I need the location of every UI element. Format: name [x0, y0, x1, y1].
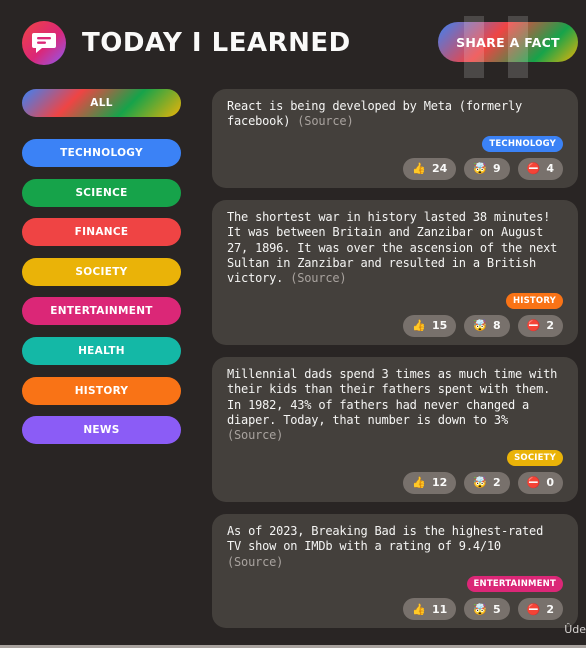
fact-card: The shortest war in history lasted 38 mi… — [212, 199, 578, 345]
category-tag: History — [505, 292, 563, 309]
chat-bubble-icon — [22, 21, 66, 65]
vote-false-button[interactable]: ⛔ 2 — [517, 598, 563, 621]
category-science-button[interactable]: Science — [22, 178, 181, 207]
no-entry-icon: ⛔ — [526, 602, 541, 616]
category-finance-button[interactable]: Finance — [22, 218, 181, 247]
vote-count: 24 — [431, 162, 448, 176]
vote-count: 2 — [546, 602, 554, 616]
vote-buttons: 👍 11 🤯 5 ⛔ 2 — [227, 598, 563, 628]
vote-count: 12 — [431, 476, 448, 490]
vote-mindblown-button[interactable]: 🤯 8 — [464, 314, 510, 337]
fact-text: Millennial dads spend 3 times as much ti… — [227, 367, 563, 444]
fact-card: React is being developed by Meta (former… — [212, 89, 578, 188]
category-health-button[interactable]: Health — [22, 336, 181, 365]
category-entertainment-button[interactable]: Entertainment — [22, 297, 181, 326]
vote-like-button[interactable]: 👍 15 — [403, 314, 457, 337]
thumbs-up-icon: 👍 — [412, 602, 426, 616]
fact-text: React is being developed by Meta (former… — [227, 99, 563, 130]
category-sidebar: All Technology Science Finance Society Enter… — [22, 89, 181, 456]
thumbs-up-icon: 👍 — [412, 319, 426, 333]
vote-count: 9 — [492, 162, 501, 176]
fact-text: As of 2023, Breaking Bad is the highest-… — [227, 524, 563, 570]
vote-count: 2 — [546, 319, 554, 333]
vote-like-button[interactable]: 👍 12 — [403, 471, 457, 494]
mind-blown-icon: 🤯 — [473, 162, 487, 176]
vote-false-button[interactable]: ⛔ 2 — [517, 314, 563, 337]
vote-count: 15 — [431, 319, 448, 333]
tag-row: History — [227, 292, 563, 309]
source-link[interactable]: (Source) — [227, 428, 283, 442]
vote-like-button[interactable]: 👍 11 — [403, 598, 457, 621]
vote-buttons: 👍 24 🤯 9 ⛔ 4 — [227, 157, 563, 188]
mind-blown-icon: 🤯 — [473, 476, 487, 490]
vote-buttons: 👍 15 🤯 8 ⛔ 2 — [227, 314, 563, 345]
vote-mindblown-button[interactable]: 🤯 2 — [464, 471, 510, 494]
tag-row: Society — [227, 449, 563, 466]
facts-list: React is being developed by Meta (former… — [212, 89, 578, 640]
mind-blown-icon: 🤯 — [473, 319, 487, 333]
no-entry-icon: ⛔ — [526, 476, 541, 490]
category-tag: Entertainment — [466, 576, 563, 593]
source-link[interactable]: (Source) — [290, 271, 346, 285]
vote-count: 0 — [546, 476, 554, 490]
vote-count: 8 — [492, 319, 501, 333]
vote-mindblown-button[interactable]: 🤯 5 — [464, 598, 510, 621]
vote-buttons: 👍 12 🤯 2 ⛔ 0 — [227, 471, 563, 502]
fact-body: React is being developed by Meta (former… — [227, 99, 523, 129]
fact-body: Millennial dads spend 3 times as much ti… — [227, 366, 558, 428]
vote-false-button[interactable]: ⛔ 4 — [517, 157, 563, 180]
category-news-button[interactable]: News — [22, 416, 181, 445]
category-all-button[interactable]: All — [22, 89, 181, 117]
vote-count: 2 — [492, 476, 501, 490]
vote-false-button[interactable]: ⛔ 0 — [517, 471, 563, 494]
vote-like-button[interactable]: 👍 24 — [403, 157, 457, 180]
category-list: Technology Science Finance Society Entertain… — [22, 139, 181, 445]
vote-count: 4 — [546, 162, 554, 176]
header: Today I Learned Share a fact — [22, 20, 578, 66]
source-link[interactable]: (Source) — [297, 114, 353, 128]
mind-blown-icon: 🤯 — [473, 602, 487, 616]
category-tag: Technology — [482, 135, 563, 152]
vote-count: 11 — [431, 602, 448, 616]
fact-card: Millennial dads spend 3 times as much ti… — [212, 356, 578, 502]
fact-body: The shortest war in history lasted 38 mi… — [227, 209, 558, 286]
fact-body: As of 2023, Breaking Bad is the highest-… — [227, 523, 544, 554]
share-fact-button[interactable]: Share a fact — [438, 22, 578, 62]
vote-count: 5 — [492, 602, 501, 616]
category-society-button[interactable]: Society — [22, 257, 181, 286]
fact-text: The shortest war in history lasted 38 mi… — [227, 210, 563, 287]
no-entry-icon: ⛔ — [526, 162, 541, 176]
vote-mindblown-button[interactable]: 🤯 9 — [464, 157, 510, 180]
category-tag: Society — [507, 449, 563, 466]
corner-text: Ûde — [564, 623, 586, 636]
category-history-button[interactable]: History — [22, 376, 181, 405]
tag-row: Entertainment — [227, 576, 563, 593]
source-link[interactable]: (Source) — [227, 555, 283, 569]
fact-card: As of 2023, Breaking Bad is the highest-… — [212, 513, 578, 629]
no-entry-icon: ⛔ — [526, 319, 541, 333]
page-title: Today I Learned — [82, 28, 351, 58]
tag-row: Technology — [227, 135, 563, 152]
category-technology-button[interactable]: Technology — [22, 139, 181, 167]
thumbs-up-icon: 👍 — [412, 162, 426, 176]
thumbs-up-icon: 👍 — [412, 476, 426, 490]
